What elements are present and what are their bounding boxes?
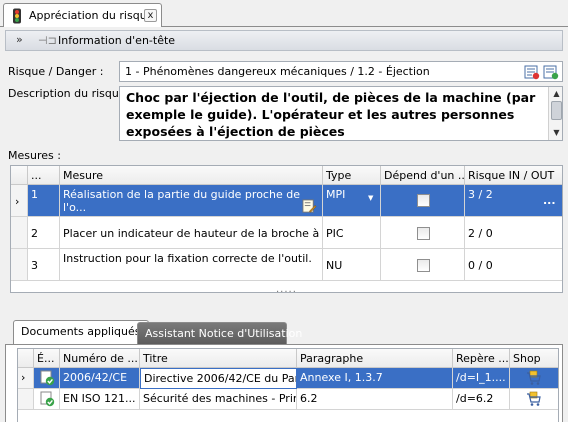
current-row-arrow-icon: › [21,371,26,384]
col-type-header[interactable]: Type [323,166,381,185]
table-row-numero[interactable]: 2006/42/CE [60,368,140,389]
risk-value-text: 2 / 0 [468,227,493,240]
scroll-thumb[interactable] [551,101,562,120]
risk-field[interactable]: 1 - Phénomènes dangereux mécaniques / 1.… [119,61,563,82]
table-row-risk[interactable]: 0 / 0 [465,249,562,281]
splitter-grip-icon[interactable]: ····· [276,287,297,298]
header-section-bar[interactable]: » ⊣⊐ Information d'en-tête [5,30,563,51]
col-repere-header[interactable]: Repère ... [453,349,510,368]
documents-grid: É... Numéro de ... Titre Paragraphe Repè… [17,348,559,422]
type-value: NU [326,259,343,272]
description-scrollbar[interactable]: ▲ ▼ [548,87,562,140]
table-row-paragraphe[interactable]: Annexe I, 1.3.7 [297,368,453,389]
shopping-cart-icon[interactable] [526,370,542,386]
col-risk-header[interactable]: Risque IN / OUT [465,166,562,185]
mesure-text: Instruction pour la fixation correcte de… [63,252,312,265]
table-row-mesure[interactable]: Placer un indicateur de hauteur de la br… [60,217,323,249]
table-row-status [34,389,60,410]
risk-value-text: 3 / 2 [468,188,493,201]
col-depend-header[interactable]: Dépend d'un ... [381,166,465,185]
table-row-num[interactable]: 3 [28,249,60,281]
pin-icon: ⊣⊐ [38,34,57,47]
traffic-light-icon [13,8,21,24]
description-label: Description du risque : [8,87,133,100]
risk-value-text: 0 / 0 [468,259,493,272]
dropdown-arrow-icon[interactable]: ▼ [368,194,373,202]
bottom-tab-bar: Documents appliqués Assistant Notice d'U… [5,320,563,344]
scroll-down-icon[interactable]: ▼ [550,126,562,139]
row-indicator[interactable]: › [18,368,34,389]
table-row-type[interactable]: MPI ▼ [323,185,381,217]
table-row-risk[interactable]: 3 / 2 ... [465,185,562,217]
shopping-cart-icon[interactable] [526,391,542,407]
edit-risk-icon[interactable] [524,64,540,80]
table-row-numero[interactable]: EN ISO 121... [60,389,140,410]
table-row-titre[interactable]: Directive 2006/42/CE du Par... [140,368,297,389]
tab-documents-appliques[interactable]: Documents appliqués [13,320,149,344]
col-paragraphe-header[interactable]: Paragraphe [297,349,453,368]
table-row-status [34,368,60,389]
table-row-mesure[interactable]: Réalisation de la partie du guide proche… [60,185,323,217]
table-row-repere[interactable]: /d=6.2 [453,389,510,410]
mesure-text: Réalisation de la partie du guide proche… [63,188,300,214]
measures-label: Mesures : [8,149,61,162]
row-num-text: 3 [31,259,38,272]
table-row-risk[interactable]: 2 / 0 [465,217,562,249]
header-section-label: Information d'en-tête [58,34,176,47]
close-tab-icon[interactable]: x [144,9,157,22]
table-row-num[interactable]: 2 [28,217,60,249]
double-chevron-down-icon[interactable]: » [16,33,23,46]
table-row-depend [381,185,465,217]
col-mesure-header[interactable]: Mesure [60,166,323,185]
measures-grid: ... Mesure Type Dépend d'un ... Risque I… [10,165,563,293]
table-row-paragraphe[interactable]: 6.2 [297,389,453,410]
scroll-up-icon[interactable]: ▲ [550,87,562,100]
row-indicator[interactable] [11,217,28,249]
description-field[interactable]: Choc par l'éjection de l'outil, de pièce… [119,86,563,141]
table-row-num[interactable]: 1 [28,185,60,217]
table-row-shop [510,368,558,389]
row-indicator[interactable] [18,389,34,410]
tab-assistant-notice[interactable]: Assistant Notice d'Utilisation [137,322,302,344]
row-num-text: 2 [31,227,38,240]
depend-checkbox[interactable] [417,227,430,240]
description-text: Choc par l'éjection de l'outil, de pièce… [126,90,536,139]
document-tab-title: Appréciation du risque [29,9,154,22]
col-titre-header[interactable]: Titre [140,349,297,368]
depend-checkbox[interactable] [417,194,430,207]
row-indicator-header [11,166,28,185]
edit-text-icon[interactable] [302,199,317,214]
col-numero-header[interactable]: Numéro de ... [60,349,140,368]
col-num-header[interactable]: ... [28,166,60,185]
row-indicator[interactable]: › [11,185,28,217]
current-row-arrow-icon: › [15,195,20,208]
col-shop-header[interactable]: Shop [510,349,558,368]
table-row-depend [381,217,465,249]
document-check-icon [40,370,55,386]
table-row-repere[interactable]: /d=I_1.... [453,368,510,389]
more-options-icon[interactable]: ... [543,194,556,207]
row-indicator[interactable] [11,249,28,281]
document-check-icon [40,391,55,407]
type-value: PIC [326,227,344,240]
select-risk-icon[interactable] [543,64,559,80]
type-value: MPI [326,188,346,201]
table-row-depend [381,249,465,281]
table-row-titre[interactable]: Sécurité des machines - Prin... [140,389,297,410]
col-status-header[interactable]: É... [34,349,60,368]
risk-label: Risque / Danger : [8,65,104,78]
table-row-mesure[interactable]: Instruction pour la fixation correcte de… [60,249,323,281]
mesure-text: Placer un indicateur de hauteur de la br… [63,227,323,240]
risk-value: 1 - Phénomènes dangereux mécaniques / 1.… [125,65,430,78]
table-row-shop [510,389,558,410]
document-tab[interactable]: Appréciation du risque x [3,3,162,28]
table-row-type[interactable]: PIC [323,217,381,249]
panel-splitter[interactable]: ····· [10,287,563,315]
depend-checkbox[interactable] [417,259,430,272]
row-indicator-header [18,349,34,368]
table-row-type[interactable]: NU [323,249,381,281]
